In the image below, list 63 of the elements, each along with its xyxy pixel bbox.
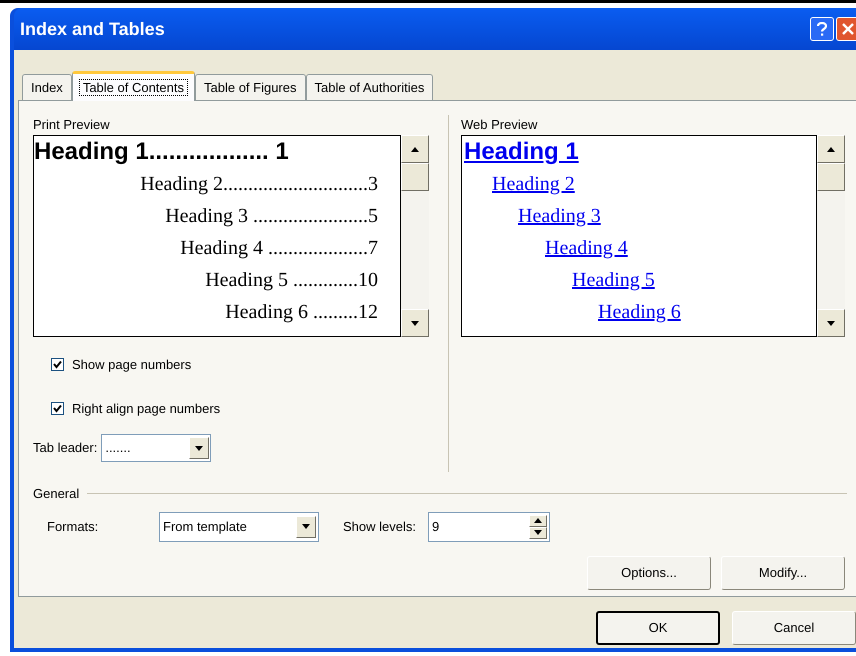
spin-down-button[interactable] (528, 526, 547, 538)
tab-leader-label: Tab leader: (33, 439, 98, 458)
dropdown-value: ....... (105, 439, 131, 458)
web-preview-label: Web Preview (461, 116, 538, 134)
close-icon (842, 23, 854, 35)
dialog-button[interactable]: Cancel (732, 611, 856, 645)
checkbox[interactable] (51, 402, 64, 415)
help-button[interactable] (810, 17, 834, 41)
dropdown-value: From template (163, 518, 247, 536)
checkmark-icon (53, 404, 62, 413)
general-group-label: General (33, 485, 80, 503)
dialog-button[interactable]: Modify... (721, 556, 845, 590)
dropdown-button[interactable] (189, 437, 210, 459)
toc-entry: Heading 5 .............10 (204, 268, 378, 293)
checkmark-icon (53, 360, 62, 370)
down-arrow-icon (534, 530, 542, 535)
down-arrow-icon (302, 524, 310, 529)
window-title: Index and Tables (20, 18, 165, 40)
down-arrow-icon (827, 320, 835, 326)
toc-link[interactable]: Heading 3 (518, 201, 601, 231)
dialog-button[interactable]: OK (596, 611, 720, 645)
toc-link[interactable]: Heading 2 (492, 169, 575, 199)
toc-entry: Heading 6 .........12 (224, 300, 378, 325)
up-arrow-icon (411, 146, 419, 152)
scrollbar[interactable] (401, 135, 429, 337)
checkbox-label[interactable]: Right align page numbers (72, 398, 220, 418)
toc-entry: Heading 3 .......................5 (164, 204, 378, 229)
scroll-thumb[interactable] (817, 163, 845, 191)
formats-dropdown[interactable]: From template (159, 512, 319, 542)
checkbox[interactable] (51, 358, 64, 372)
down-arrow-icon (411, 320, 419, 326)
close-button[interactable] (836, 17, 856, 41)
toc-link[interactable]: Heading 4 (545, 233, 628, 263)
checkbox-label[interactable]: Show page numbers (72, 355, 192, 374)
tab-leader-dropdown[interactable]: ....... (101, 434, 212, 462)
toc-entry: Heading 2.............................3 (139, 172, 378, 197)
up-arrow-icon (827, 146, 835, 152)
tab[interactable]: Table of Authorities (306, 74, 434, 100)
tab[interactable]: Table of Contents (72, 71, 195, 101)
help-icon (817, 22, 827, 36)
print-preview-label: Print Preview (33, 116, 111, 134)
scroll-thumb[interactable] (401, 163, 429, 191)
down-arrow-icon (195, 446, 204, 450)
up-arrow-icon (534, 518, 542, 523)
spin-up-button[interactable] (528, 514, 547, 526)
dialog-button[interactable]: Options... (587, 556, 711, 590)
scroll-up-button[interactable] (817, 135, 845, 163)
scroll-down-button[interactable] (401, 309, 429, 337)
tab[interactable]: Table of Figures (195, 74, 306, 100)
toc-link[interactable]: Heading 6 (598, 297, 681, 327)
show-levels-label: Show levels: (342, 518, 416, 536)
show-levels-spinner[interactable]: 9 (428, 512, 550, 542)
toc-entry: Heading 4 ....................7 (179, 236, 378, 261)
scroll-down-button[interactable] (817, 309, 845, 337)
toc-link[interactable]: Heading 1 (464, 136, 579, 170)
tab[interactable]: Index (22, 74, 72, 100)
scrollbar[interactable] (817, 135, 845, 337)
toc-entry: Heading 1.................. 1 (34, 137, 290, 167)
dropdown-button[interactable] (296, 516, 316, 538)
formats-label: Formats: (47, 518, 100, 536)
spinner-value: 9 (432, 518, 440, 536)
toc-link[interactable]: Heading 5 (572, 265, 655, 295)
scroll-up-button[interactable] (401, 135, 429, 163)
